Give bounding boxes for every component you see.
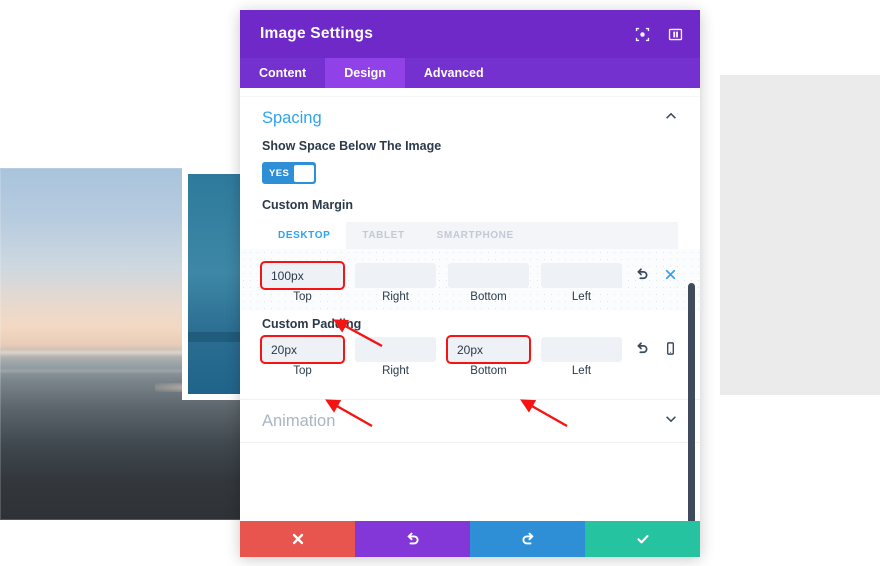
toggle-knob	[294, 165, 314, 182]
spacing-section-title: Spacing	[262, 109, 322, 128]
padding-left-field: Left	[541, 337, 622, 377]
padding-right-caption: Right	[355, 365, 436, 377]
margin-top-input[interactable]: 100px	[262, 263, 343, 288]
show-space-label: Show Space Below The Image	[240, 139, 700, 153]
reset-undo-icon[interactable]	[635, 267, 650, 282]
clear-close-icon[interactable]	[663, 267, 678, 282]
padding-top-field: 20px Top	[262, 337, 343, 377]
chevron-up-icon[interactable]	[664, 109, 678, 128]
check-icon	[635, 531, 651, 547]
custom-margin-row: 100px Top Right Bottom Left	[240, 249, 700, 311]
save-button[interactable]	[585, 521, 700, 557]
redo-arrow-icon	[520, 531, 536, 547]
margin-left-field: Left	[541, 263, 622, 303]
modal-header-actions	[634, 26, 684, 43]
undo-button[interactable]	[355, 521, 470, 557]
margin-top-field: 100px Top	[262, 263, 343, 303]
margin-bottom-caption: Bottom	[448, 291, 529, 303]
custom-padding-row: 20px Top Right 20px Bottom Left	[240, 331, 700, 385]
padding-left-caption: Left	[541, 365, 622, 377]
padding-top-input[interactable]: 20px	[262, 337, 343, 362]
background-grey-panel	[720, 75, 880, 395]
device-tab-smartphone[interactable]: SMARTPHONE	[421, 222, 530, 249]
undo-arrow-icon	[405, 531, 421, 547]
chevron-down-icon[interactable]	[664, 412, 678, 431]
modal-scrollbar[interactable]	[688, 283, 695, 521]
padding-top-caption: Top	[262, 365, 343, 377]
reset-undo-icon[interactable]	[635, 341, 650, 356]
tab-content[interactable]: Content	[240, 58, 325, 88]
custom-margin-label: Custom Margin	[240, 198, 700, 212]
animation-bottom-divider	[240, 442, 700, 443]
margin-bottom-input[interactable]	[448, 263, 529, 288]
margin-left-caption: Left	[541, 291, 622, 303]
modal-body: Spacing Show Space Below The Image YES C…	[240, 88, 700, 521]
margin-bottom-field: Bottom	[448, 263, 529, 303]
spacing-section-header[interactable]: Spacing	[240, 97, 700, 139]
device-tab-desktop[interactable]: DESKTOP	[262, 222, 346, 249]
margin-right-input[interactable]	[355, 263, 436, 288]
layout-panel-icon[interactable]	[667, 26, 684, 43]
redo-button[interactable]	[470, 521, 585, 557]
show-space-toggle[interactable]: YES	[262, 162, 316, 184]
modal-header: Image Settings	[240, 10, 700, 58]
close-x-icon	[290, 531, 306, 547]
device-tab-tablet[interactable]: TABLET	[346, 222, 420, 249]
toggle-value-label: YES	[264, 168, 294, 179]
padding-bottom-input[interactable]: 20px	[448, 337, 529, 362]
padding-right-field: Right	[355, 337, 436, 377]
screen: L I co v cu Image Settings	[0, 0, 880, 566]
tab-advanced[interactable]: Advanced	[405, 58, 503, 88]
padding-bottom-caption: Bottom	[448, 365, 529, 377]
custom-padding-label: Custom Padding	[240, 317, 700, 331]
tab-design[interactable]: Design	[325, 58, 405, 88]
padding-right-input[interactable]	[355, 337, 436, 362]
modal-footer	[240, 521, 700, 557]
animation-section-title: Animation	[262, 412, 335, 431]
image-settings-modal: Image Settings Content	[240, 10, 700, 557]
margin-right-field: Right	[355, 263, 436, 303]
margin-left-input[interactable]	[541, 263, 622, 288]
padding-bottom-field: 20px Bottom	[448, 337, 529, 377]
padding-row-actions	[635, 337, 678, 356]
margin-device-tabs: DESKTOP TABLET SMARTPHONE	[262, 222, 678, 249]
margin-top-caption: Top	[262, 291, 343, 303]
modal-tab-bar: Content Design Advanced	[240, 58, 700, 88]
margin-right-caption: Right	[355, 291, 436, 303]
focus-target-icon[interactable]	[634, 26, 651, 43]
mobile-device-icon[interactable]	[663, 341, 678, 356]
margin-row-actions	[635, 263, 678, 282]
animation-section-header[interactable]: Animation	[240, 400, 700, 442]
padding-left-input[interactable]	[541, 337, 622, 362]
modal-title: Image Settings	[260, 25, 373, 43]
cancel-button[interactable]	[240, 521, 355, 557]
